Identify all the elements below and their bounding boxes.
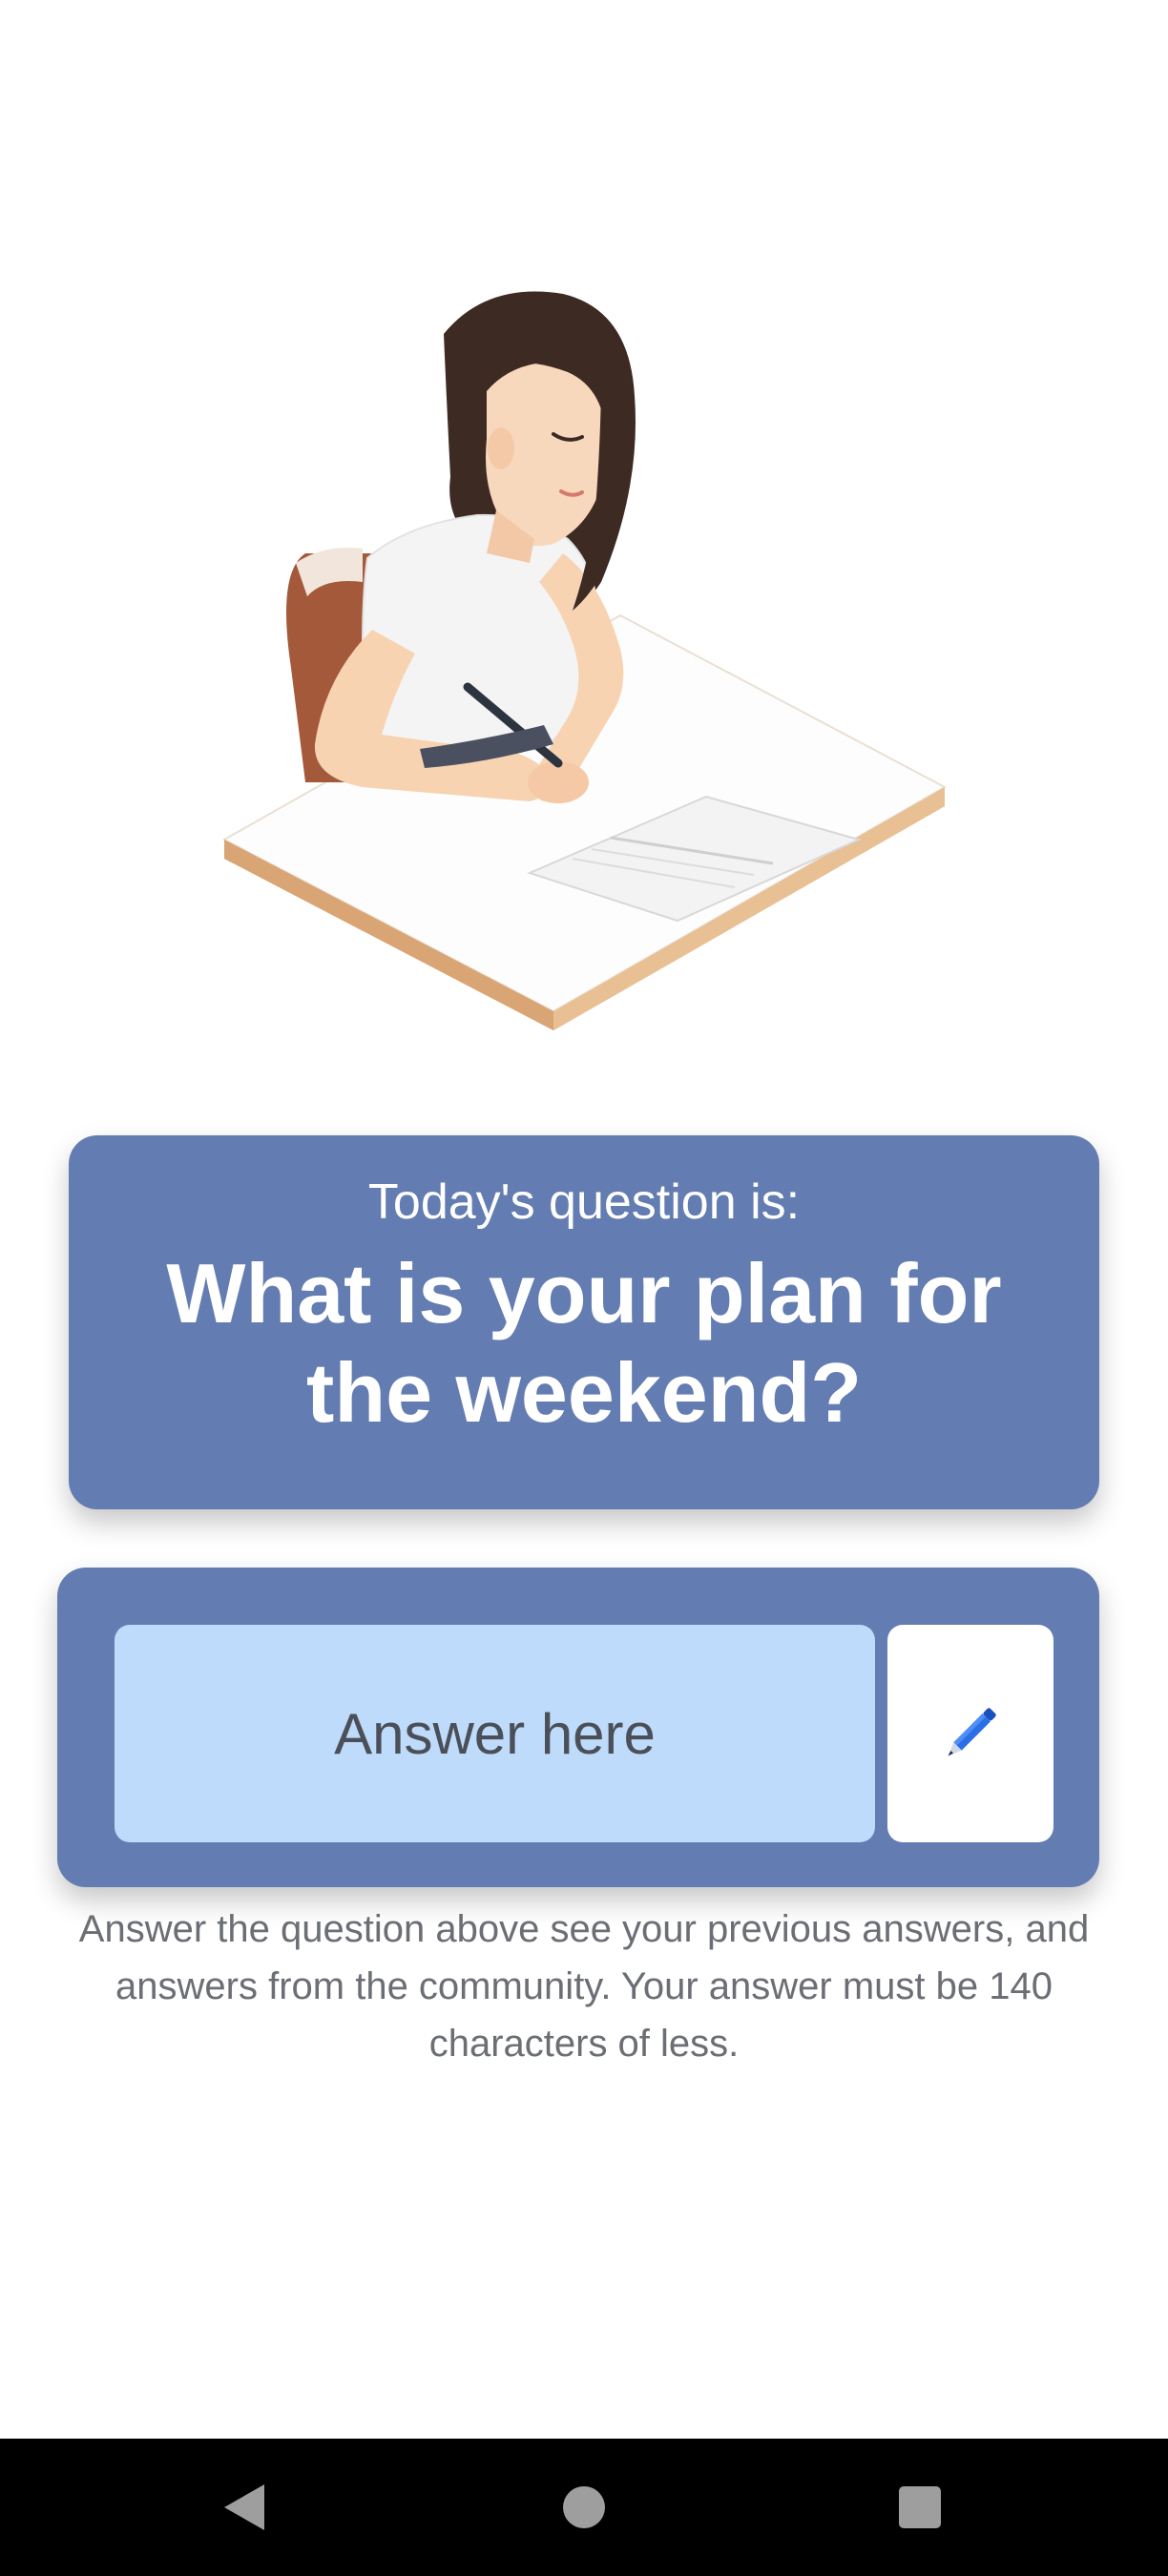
woman-writing-illustration xyxy=(200,267,964,1049)
answer-input[interactable] xyxy=(115,1625,875,1842)
home-circle-icon xyxy=(563,2486,605,2528)
answer-card xyxy=(57,1568,1099,1887)
pencil-icon xyxy=(948,1708,996,1756)
question-prefix: Today's question is: xyxy=(367,1174,801,1230)
system-nav-bar xyxy=(0,2439,1168,2576)
back-button[interactable] xyxy=(168,2439,321,2576)
question-card: Today's question is: What is your plan f… xyxy=(69,1135,1099,1509)
submit-answer-button[interactable] xyxy=(887,1625,1053,1842)
help-text: Answer the question above see your previ… xyxy=(78,1908,1090,2065)
app-screen: Today's question is: What is your plan f… xyxy=(0,0,1168,2576)
recents-button[interactable] xyxy=(844,2439,996,2576)
recents-square-icon xyxy=(899,2486,941,2528)
home-button[interactable] xyxy=(508,2439,660,2576)
question-title: What is your plan for the weekend? xyxy=(166,1246,1002,1440)
back-triangle-icon xyxy=(224,2484,264,2530)
